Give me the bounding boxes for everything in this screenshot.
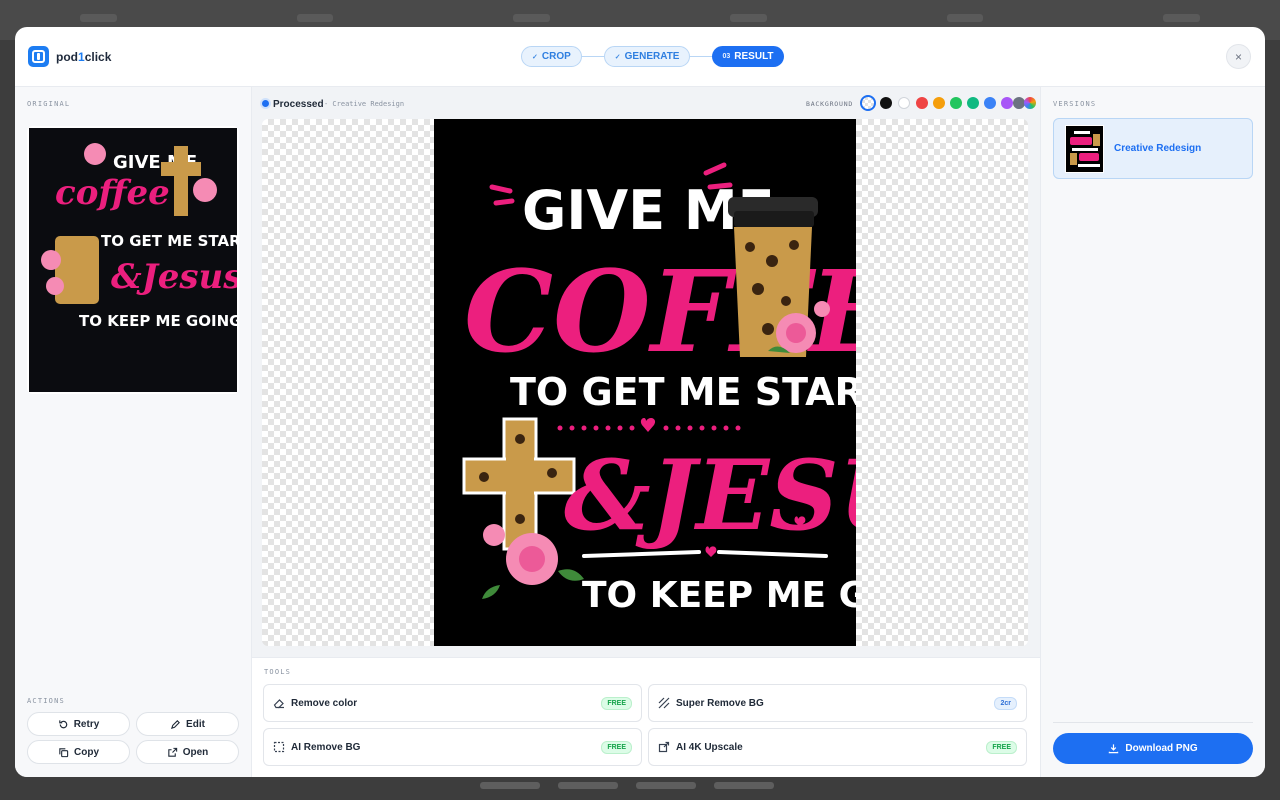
original-image: GIVE ME coffee TO GET ME STARTED &Jesus … (27, 126, 273, 394)
swatch-white[interactable] (898, 97, 910, 109)
credit-badge: 2cr (994, 696, 1017, 710)
backdrop-footer (480, 782, 774, 789)
swatch-green[interactable] (950, 97, 962, 109)
tools-label: TOOLS (264, 668, 292, 676)
swatch-purple[interactable] (1001, 97, 1013, 109)
open-button[interactable]: Open (136, 740, 239, 764)
eraser-icon (273, 699, 284, 709)
step-connector (581, 56, 604, 57)
super-remove-bg-tool[interactable]: Super Remove BG 2cr (648, 684, 1027, 722)
version-label: Creative Redesign (1114, 143, 1202, 154)
ai-remove-bg-tool[interactable]: AI Remove BG FREE (263, 728, 642, 766)
svg-text:&Jesus: &Jesus (111, 257, 237, 297)
original-label: ORIGINAL (27, 100, 71, 108)
swatch-transparent[interactable] (860, 95, 876, 111)
svg-text:TO KEEP ME GOING: TO KEEP ME GOING (582, 575, 856, 616)
remove-color-tool[interactable]: Remove color FREE (263, 684, 642, 722)
tools-section: TOOLS Remove color FREE Super Remove BG … (252, 657, 1040, 777)
svg-text:TO GET ME STARTED: TO GET ME STARTED (101, 232, 237, 250)
svg-text:TO GET ME STARTED: TO GET ME STARTED (510, 370, 856, 414)
logo-text: pod1click (56, 49, 112, 64)
step-connector (690, 56, 713, 57)
hatch-icon (658, 697, 670, 709)
swatch-red[interactable] (916, 97, 928, 109)
upscale-icon (658, 741, 670, 753)
retry-icon (58, 719, 67, 728)
background-label: BACKGROUND (806, 100, 854, 108)
step-generate[interactable]: ✓ GENERATE (603, 46, 691, 67)
swatch-blue[interactable] (984, 97, 996, 109)
preview-panel: Processed - Creative Redesign BACKGROUND (252, 87, 1040, 777)
preview-canvas: GIVE ME COFFEE TO GET M (262, 119, 1028, 646)
actions-label: ACTIONS (27, 697, 65, 705)
free-badge: FREE (601, 696, 632, 710)
check-icon: ✓ (532, 53, 538, 61)
svg-text:TO KEEP ME GOING: TO KEEP ME GOING (79, 312, 237, 330)
version-item[interactable]: Creative Redesign (1053, 118, 1253, 179)
dashed-square-icon (273, 741, 285, 753)
svg-text:&JESUS: &JESUS (564, 439, 856, 552)
ai-4k-upscale-tool[interactable]: AI 4K Upscale FREE (648, 728, 1027, 766)
processed-version-name: - Creative Redesign (324, 100, 405, 108)
processed-label: Processed (273, 99, 324, 110)
download-png-button[interactable]: Download PNG (1053, 733, 1253, 764)
preview-toolbar: Processed - Creative Redesign BACKGROUND (252, 87, 1040, 119)
download-icon (1109, 744, 1119, 754)
edit-button[interactable]: Edit (136, 712, 239, 736)
retry-button[interactable]: Retry (27, 712, 130, 736)
processed-radio[interactable] (262, 100, 269, 107)
versions-label: VERSIONS (1053, 100, 1097, 108)
swatch-black[interactable] (880, 97, 892, 109)
copy-icon (59, 747, 69, 757)
versions-panel: VERSIONS Creative Redesign Download PNG (1040, 87, 1265, 777)
free-badge: FREE (601, 740, 632, 754)
modal-header: pod1click ✓ CROP ✓ GENERATE 03 RESULT × (15, 27, 1265, 87)
free-badge: FREE (986, 740, 1017, 754)
svg-text:coffee: coffee (55, 173, 170, 213)
copy-button[interactable]: Copy (27, 740, 130, 764)
app-logo: pod1click (28, 46, 111, 67)
external-link-icon (168, 747, 177, 757)
close-button[interactable]: × (1226, 44, 1251, 69)
divider (1053, 722, 1253, 723)
logo-icon (28, 46, 49, 67)
pencil-icon (171, 719, 180, 729)
step-crop[interactable]: ✓ CROP (521, 46, 582, 67)
version-thumbnail (1065, 124, 1104, 173)
swatch-custom-color[interactable] (1024, 97, 1036, 109)
original-panel: ORIGINAL GIVE ME coffee TO GET ME STARTE… (15, 87, 273, 777)
step-indicator: ✓ CROP ✓ GENERATE 03 RESULT (521, 46, 784, 67)
swatch-teal[interactable] (967, 97, 979, 109)
swatch-orange[interactable] (933, 97, 945, 109)
step-result[interactable]: 03 RESULT (712, 46, 784, 67)
result-modal: pod1click ✓ CROP ✓ GENERATE 03 RESULT × ORI… (15, 27, 1265, 777)
processed-artwork: GIVE ME COFFEE TO GET M (434, 119, 992, 646)
check-icon: ✓ (614, 53, 621, 61)
